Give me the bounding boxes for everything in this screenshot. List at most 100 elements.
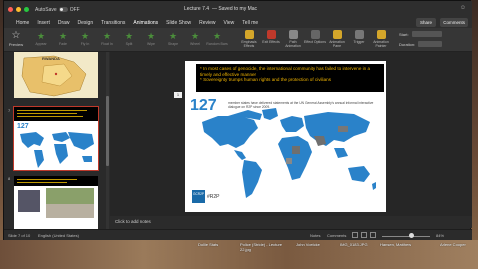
animation-float-in[interactable]: ★ Float In xyxy=(96,30,118,50)
zoom-slider-handle[interactable] xyxy=(409,233,414,238)
maximize-window-button[interactable] xyxy=(24,7,29,12)
autosave-toggle[interactable] xyxy=(58,7,68,12)
animation-pane-button[interactable]: Animation Pane xyxy=(326,30,348,48)
slide-sorter-button[interactable] xyxy=(361,232,367,238)
account-icon[interactable]: ☺ xyxy=(460,5,466,11)
exit-effects-button[interactable]: Exit Effects xyxy=(260,30,282,48)
trigger-button[interactable]: Trigger xyxy=(348,30,370,48)
minimize-window-button[interactable] xyxy=(16,7,21,12)
slide-text-box[interactable]: * In most cases of genocide, the interna… xyxy=(196,64,384,92)
normal-view-button[interactable] xyxy=(352,232,358,238)
tab-design[interactable]: Design xyxy=(74,18,98,28)
language-indicator[interactable]: English (United States) xyxy=(38,233,79,238)
star-icon: ★ xyxy=(36,31,46,41)
current-slide[interactable]: * In most cases of genocide, the interna… xyxy=(185,61,386,212)
slide-thumbnail-8[interactable] xyxy=(14,176,98,229)
start-label: Start: xyxy=(399,32,409,37)
tab-draw[interactable]: Draw xyxy=(54,18,74,28)
animation-fade[interactable]: ★ Fade xyxy=(52,30,74,50)
star-icon: ☆ xyxy=(11,30,21,41)
world-map xyxy=(202,108,376,198)
world-map-thumbnail xyxy=(20,132,94,168)
thumbnail-banner xyxy=(14,176,98,186)
share-button[interactable]: Share xyxy=(415,18,436,27)
document-title: Lecture 7.4 — Saved to my Mac xyxy=(184,6,257,12)
window-controls xyxy=(8,7,29,12)
animation-painter-button[interactable]: Animation Painter xyxy=(370,30,392,48)
states-count: 127 xyxy=(190,97,217,114)
tab-insert[interactable]: Insert xyxy=(33,18,54,28)
animation-shape[interactable]: ★ Shape xyxy=(162,30,184,50)
animation-gallery: ★ Appear ★ Fade ★ Fly In ★ Float In ★ Split ★… xyxy=(30,30,230,50)
desktop-file[interactable]: Arlene Cooper xyxy=(440,242,466,247)
comments-button[interactable]: Comments xyxy=(440,18,468,27)
desktop-file[interactable]: IMG_0183.JPG xyxy=(340,242,368,247)
slide-counter: Slide 7 of 10 xyxy=(8,233,31,238)
tool-label: Animation Painter xyxy=(373,40,389,48)
tab-animations[interactable]: Animations xyxy=(129,18,163,29)
slide-thumbnail-6[interactable]: RWANDA xyxy=(14,52,98,98)
animation-label: Fade xyxy=(59,42,67,46)
animation-tools: Emphasis Effects Exit Effects Path Anima… xyxy=(238,30,392,48)
powerpoint-window: AutoSave OFF Lecture 7.4 — Saved to my M… xyxy=(3,0,472,241)
notes-pane[interactable]: Click to add notes xyxy=(110,216,472,228)
tab-slide-show[interactable]: Slide Show xyxy=(162,18,195,28)
animation-order-badge[interactable]: 1 xyxy=(174,92,182,98)
animation-random-bars[interactable]: ★ Random Bars xyxy=(206,30,228,50)
autosave-control[interactable]: AutoSave OFF xyxy=(35,7,80,13)
duration-label: Duration: xyxy=(399,42,416,47)
animation-split[interactable]: ★ Split xyxy=(118,30,140,50)
bullet-2: * Sovereignty trumps human rights and th… xyxy=(200,77,331,83)
view-buttons xyxy=(352,232,376,238)
desktop-edge-right xyxy=(471,0,478,269)
effect-options-icon xyxy=(310,30,320,39)
slide-number-8: 8 xyxy=(8,176,11,181)
star-icon: ★ xyxy=(212,31,222,41)
desktop-file[interactable]: Dollie Stats xyxy=(198,242,218,247)
map-image[interactable]: 127 member states have delivered stateme… xyxy=(188,96,384,209)
animation-fly-in[interactable]: ★ Fly In xyxy=(74,30,96,50)
star-icon: ★ xyxy=(190,31,200,41)
star-icon xyxy=(332,30,342,39)
emphasis-effects-button[interactable]: Emphasis Effects xyxy=(238,30,260,48)
animation-wipe[interactable]: ★ Wipe xyxy=(140,30,162,50)
effect-options-button[interactable]: Effect Options xyxy=(304,30,326,48)
duration-input[interactable] xyxy=(418,41,442,47)
slide-thumbnail-7[interactable]: 127 xyxy=(13,106,99,171)
path-animation-button[interactable]: Path Animation xyxy=(282,30,304,48)
notes-toggle[interactable]: Notes xyxy=(310,233,320,238)
thumbnail-scroll-thumb[interactable] xyxy=(106,96,109,166)
title-bar: AutoSave OFF Lecture 7.4 — Saved to my M… xyxy=(4,1,472,18)
animation-label: Shape xyxy=(167,42,179,46)
hashtag-label: #R2P xyxy=(207,194,220,200)
tell-me-search[interactable]: Tell me xyxy=(238,18,262,28)
tool-label: Effect Options xyxy=(304,40,326,44)
preview-button[interactable]: ☆ Preview xyxy=(6,30,26,50)
tab-transitions[interactable]: Transitions xyxy=(97,18,129,28)
bullet-1: * In most cases of genocide, the interna… xyxy=(200,66,371,77)
tab-view[interactable]: View xyxy=(220,18,239,28)
star-icon: ★ xyxy=(102,31,112,41)
desktop-file[interactable]: John Voelcke xyxy=(296,242,320,247)
reading-view-button[interactable] xyxy=(370,232,376,238)
animation-wheel[interactable]: ★ Wheel xyxy=(184,30,206,50)
desktop-file[interactable]: Police (Stride) - Lecture 22.jpg xyxy=(240,242,286,252)
emphasis-icon xyxy=(244,30,254,39)
painter-icon xyxy=(376,30,386,39)
animation-appear[interactable]: ★ Appear xyxy=(30,30,52,50)
animation-label: Wipe xyxy=(147,42,155,46)
animation-label: Fly In xyxy=(80,42,90,46)
desktop-file[interactable]: Hansen, Matthew xyxy=(380,242,411,247)
tab-review[interactable]: Review xyxy=(195,18,219,28)
zoom-level[interactable]: 84% xyxy=(436,233,444,238)
animation-label: Float In xyxy=(101,42,113,46)
start-dropdown[interactable] xyxy=(412,31,442,37)
zoom-slider[interactable] xyxy=(382,236,430,237)
autosave-label: AutoSave xyxy=(35,6,57,13)
thumbnail-banner xyxy=(14,107,98,121)
tab-home[interactable]: Home xyxy=(12,18,33,28)
close-window-button[interactable] xyxy=(8,7,13,12)
animation-label: Random Bars xyxy=(206,42,228,46)
path-icon xyxy=(288,30,298,39)
comments-toggle[interactable]: Comments xyxy=(327,233,346,238)
